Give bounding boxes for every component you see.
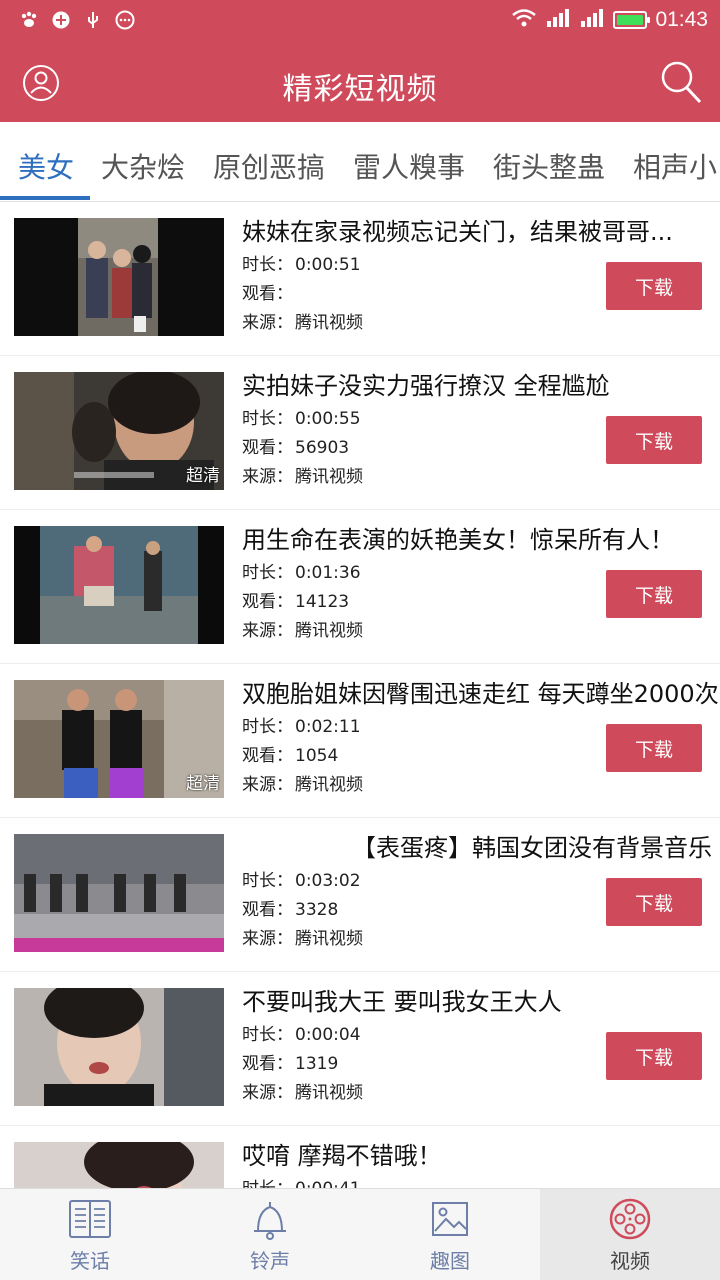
status-bar: 01:43 [0, 0, 720, 42]
status-right-icons: 01:43 [511, 7, 708, 33]
list-item[interactable]: 不要叫我大王 要叫我女王大人 时长： 0:00:04 观看： 1319 来源： 腾讯视… [0, 972, 720, 1126]
status-time: 01:43 [655, 8, 708, 31]
image-icon [426, 1197, 474, 1241]
download-button[interactable]: 下载 [606, 416, 702, 464]
tab-street-prank[interactable]: 街头整蛊 [493, 146, 605, 186]
video-duration: 时长： 0:01:36 [242, 563, 361, 583]
bell-icon [246, 1197, 294, 1241]
video-duration: 时长： 0:02:11 [242, 717, 361, 737]
book-icon [66, 1197, 114, 1241]
more-icon [114, 9, 136, 31]
active-tab-indicator [0, 196, 90, 200]
list-item[interactable]: 【表蛋疼】韩国女团没有背景音乐 时长： 0:03:02 观看： 3328 来源： 腾讯… [0, 818, 720, 972]
nav-fun-images[interactable]: 趣图 [360, 1189, 540, 1280]
video-duration: 时长： 0:00:51 [242, 255, 361, 275]
film-reel-icon [606, 1197, 654, 1241]
video-title[interactable]: 哎唷 摩羯不错哦！ [242, 1136, 720, 1171]
nav-videos[interactable]: 视频 [540, 1189, 720, 1280]
video-thumbnail[interactable] [14, 834, 224, 952]
tab-funny-moments[interactable]: 雷人糗事 [353, 146, 465, 186]
search-icon[interactable] [658, 58, 704, 106]
video-source: 来源： 腾讯视频 [242, 621, 363, 641]
video-views: 观看： 56903 [242, 438, 350, 458]
video-thumbnail[interactable] [14, 1142, 224, 1188]
video-thumbnail[interactable]: 超清 [14, 372, 224, 490]
signal-icon [545, 7, 571, 33]
signal-icon [579, 7, 605, 33]
download-button[interactable]: 下载 [606, 724, 702, 772]
list-item[interactable]: 妹妹在家录视频忘记关门，结果被哥哥... 时长： 0:00:51 观看： 来源：腾… [0, 202, 720, 356]
wifi-icon [511, 7, 537, 33]
page-title: 精彩短视频 [282, 72, 438, 107]
video-duration: 时长： 0:03:02 [242, 871, 361, 891]
video-title[interactable]: 【表蛋疼】韩国女团没有背景音乐 [352, 828, 720, 863]
video-views: 观看： 1054 [242, 746, 339, 766]
nav-fun-images-label: 趣图 [430, 1249, 470, 1273]
download-button[interactable]: 下载 [606, 570, 702, 618]
video-thumbnail[interactable] [14, 218, 224, 336]
usb-icon [82, 9, 104, 31]
video-duration: 时长：0:00:41 [242, 1174, 361, 1188]
nav-videos-label: 视频 [610, 1249, 650, 1273]
video-title[interactable]: 双胞胎姐妹因臀围迅速走红 每天蹲坐2000次 [242, 674, 720, 709]
tab-beauty[interactable]: 美女 [18, 146, 74, 186]
nav-jokes[interactable]: 笑话 [0, 1189, 180, 1280]
download-button[interactable]: 下载 [606, 1032, 702, 1080]
video-thumbnail[interactable] [14, 988, 224, 1106]
list-item[interactable]: 超清 实拍妹子没实力强行撩汉 全程尴尬 时长： 0:00:55 观看： 56903 … [0, 356, 720, 510]
download-button[interactable]: 下载 [606, 262, 702, 310]
video-title[interactable]: 妹妹在家录视频忘记关门，结果被哥哥... [242, 212, 720, 247]
status-left-icons [18, 9, 136, 31]
video-duration: 时长： 0:00:04 [242, 1025, 361, 1045]
app-bar: 精彩短视频 [0, 42, 720, 122]
video-duration: 时长： 0:00:55 [242, 409, 361, 429]
list-item[interactable]: 超清 双胞胎姐妹因臀围迅速走红 每天蹲坐2000次 时长： 0:02:11 观看：… [0, 664, 720, 818]
video-views: 观看： 14123 [242, 592, 350, 612]
video-source: 来源： 腾讯视频 [242, 775, 363, 795]
download-button[interactable]: 下载 [606, 878, 702, 926]
nav-ringtones[interactable]: 铃声 [180, 1189, 360, 1280]
nav-jokes-label: 笑话 [70, 1249, 110, 1273]
video-source: 来源： 腾讯视频 [242, 929, 363, 949]
list-item[interactable]: 哎唷 摩羯不错哦！ 时长：0:00:41 [0, 1126, 720, 1188]
video-views: 观看： 3328 [242, 900, 339, 920]
video-views: 观看： [242, 284, 293, 304]
video-thumbnail[interactable]: 超清 [14, 680, 224, 798]
browser-icon [50, 9, 72, 31]
nav-ringtones-label: 铃声 [250, 1249, 290, 1273]
video-source: 来源： 腾讯视频 [242, 313, 363, 333]
tab-original-spoof[interactable]: 原创恶搞 [213, 146, 325, 186]
video-list[interactable]: 妹妹在家录视频忘记关门，结果被哥哥... 时长： 0:00:51 观看： 来源：腾… [0, 202, 720, 1188]
video-title[interactable]: 不要叫我大王 要叫我女王大人 [242, 982, 720, 1017]
video-source: 来源： 腾讯视频 [242, 467, 363, 487]
video-source: 来源： 腾讯视频 [242, 1083, 363, 1103]
paw-icon [18, 9, 40, 31]
hd-badge: 超清 [186, 774, 220, 794]
list-item[interactable]: 用生命在表演的妖艳美女！惊呆所有人！ 时长： 0:01:36 观看： 14123 来… [0, 510, 720, 664]
tab-misc[interactable]: 大杂烩 [101, 146, 185, 186]
tab-crosstalk[interactable]: 相声小 [633, 146, 717, 186]
video-views: 观看： 1319 [242, 1054, 339, 1074]
battery-icon [613, 11, 651, 29]
category-tabs: 美女 大杂烩 原创恶搞 雷人糗事 街头整蛊 相声小 [0, 122, 720, 202]
video-title[interactable]: 实拍妹子没实力强行撩汉 全程尴尬 [242, 366, 720, 401]
video-thumbnail[interactable] [14, 526, 224, 644]
bottom-navigation: 笑话 铃声 趣图 视频 [0, 1188, 720, 1280]
video-title[interactable]: 用生命在表演的妖艳美女！惊呆所有人！ [242, 520, 720, 555]
hd-badge: 超清 [186, 466, 220, 486]
